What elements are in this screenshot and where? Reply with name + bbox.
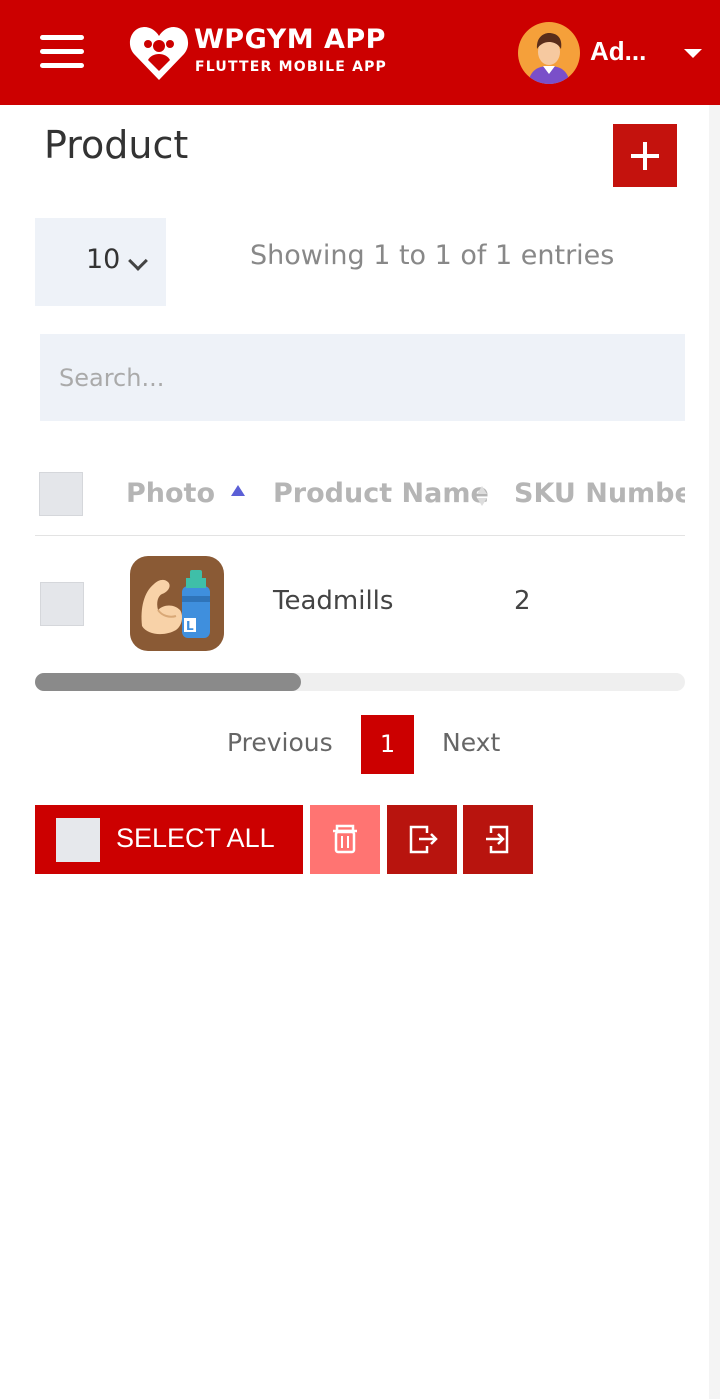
next-page-button[interactable]: Next: [442, 728, 500, 757]
trash-icon: [333, 824, 357, 854]
column-product-name[interactable]: Product Name: [273, 478, 489, 509]
muscle-bottle-icon: L: [130, 556, 224, 651]
select-all-button[interactable]: SELECT ALL: [35, 805, 303, 874]
file-export-icon: [409, 825, 438, 854]
horizontal-scrollbar[interactable]: [35, 673, 685, 691]
select-all-label: SELECT ALL: [116, 823, 275, 853]
previous-page-button[interactable]: Previous: [227, 728, 333, 757]
chevron-down-icon: [128, 251, 148, 271]
import-button[interactable]: [463, 805, 533, 874]
brand-subtitle: FLUTTER MOBILE APP: [195, 59, 388, 75]
search-input[interactable]: [40, 334, 685, 421]
page-title: Product: [44, 123, 189, 167]
export-button[interactable]: [387, 805, 457, 874]
sort-asc-icon: [231, 485, 245, 496]
sku-number-cell: 2: [514, 586, 531, 616]
menu-icon[interactable]: [40, 35, 84, 69]
user-name: Ad...: [590, 36, 647, 66]
file-import-icon: [486, 825, 509, 854]
caret-down-icon: [684, 49, 702, 58]
sort-icon: [477, 486, 487, 508]
delete-button[interactable]: [310, 805, 380, 874]
svg-text:L: L: [186, 619, 194, 633]
heart-logo-icon: [129, 27, 189, 80]
select-all-header-checkbox[interactable]: [39, 472, 83, 516]
table-info: Showing 1 to 1 of 1 entries: [250, 240, 615, 271]
page-length-value: 10: [86, 244, 121, 275]
product-name-cell: Teadmills: [273, 586, 394, 616]
column-photo[interactable]: Photo: [126, 478, 215, 509]
user-menu[interactable]: Ad...: [518, 22, 708, 84]
brand-logo: WPGYM APP FLUTTER MOBILE APP: [128, 22, 398, 84]
brand-title: WPGYM APP: [194, 24, 386, 55]
app-header: WPGYM APP FLUTTER MOBILE APP Ad...: [0, 0, 720, 105]
page-length-select[interactable]: 10: [35, 218, 166, 306]
table-row: L Teadmills 2: [35, 536, 685, 672]
scrollbar-thumb[interactable]: [35, 673, 301, 691]
row-checkbox[interactable]: [40, 582, 84, 626]
product-table: Photo Product Name SKU Number L Teadmill…: [35, 450, 685, 672]
column-sku-number[interactable]: SKU Number: [514, 478, 685, 509]
page-1-button[interactable]: 1: [361, 715, 414, 774]
table-header: Photo Product Name SKU Number: [35, 450, 685, 536]
select-all-checkbox[interactable]: [56, 818, 100, 862]
avatar: [518, 22, 580, 84]
add-product-button[interactable]: [613, 124, 677, 187]
page-scrollbar[interactable]: [709, 105, 720, 1399]
